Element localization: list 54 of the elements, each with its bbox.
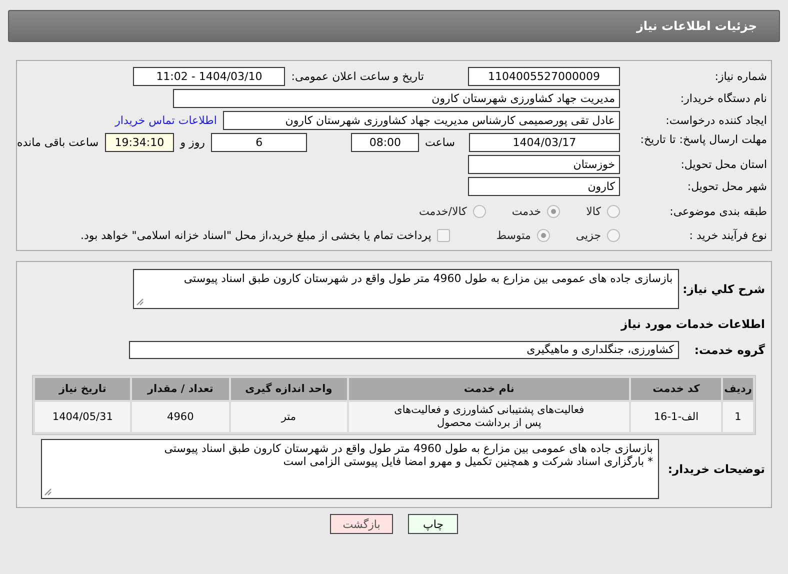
field-label: طبقه بندی موضوعی:	[668, 205, 768, 218]
table-cell: فعالیت‌های پشتیبانی کشاورزی و فعالیت‌های پس از برداشت محصول	[348, 402, 630, 432]
notes-field[interactable]: بازسازی جاده های عمومی بین مزارع به طول 4960 متر طول واقع در شهرستان کارون طبق اسناد پیوستی * بارگزاری اسناد شرکت و همچنین تکمیل و مهرو امضا فایل پیوستی الزامی است	[41, 439, 659, 499]
column-header: ردیف	[723, 378, 753, 400]
value-field: عادل تقی پورصمیمی کارشناس مدیریت جهاد کشاورزی شهرستان کارون	[223, 111, 620, 130]
value-field: کشاورزی، جنگلداری و ماهیگیری	[129, 341, 679, 359]
time-label: ساعت	[425, 136, 455, 149]
option-label: خدمت	[512, 205, 542, 218]
checkbox[interactable]	[437, 229, 450, 242]
value-field: 6	[210, 133, 308, 152]
contact-link[interactable]: اطلاعات تماس خریدار	[115, 114, 217, 127]
checkbox-label: پرداخت تمام یا بخشی از مبلغ خرید،از محل "اسناد خزانه اسلامی" خواهد بود.	[80, 229, 432, 242]
description-field[interactable]: بازسازی جاده های عمومی بین مزارع به طول 4960 متر طول واقع در شهرستان کارون طبق اسناد پیوستی	[132, 269, 679, 309]
column-header: واحد اندازه گیری	[230, 378, 347, 400]
option-label: کالا	[586, 205, 601, 218]
resize-grip-icon[interactable]	[136, 298, 144, 306]
column-header: کد خدمت	[631, 378, 722, 400]
value-field: 1404/03/10 - 11:02	[133, 67, 286, 86]
page-title: جزئیات اطلاعات نیاز	[636, 19, 757, 33]
value-field: کارون	[468, 177, 620, 196]
countdown-field: 19:34:10	[104, 133, 174, 152]
value-field: 1104005527000009	[468, 67, 620, 86]
table-cell: 1	[723, 402, 753, 432]
value-field: خوزستان	[468, 155, 620, 174]
field-label: شرح کلي نياز:	[682, 282, 766, 296]
section-heading: اطلاعات خدمات مورد نیاز	[621, 317, 765, 331]
value-field: 1404/03/17	[468, 133, 620, 152]
back-button[interactable]: بازگشت	[330, 514, 394, 534]
print-button[interactable]: چاپ	[408, 514, 458, 534]
field-label: گروه خدمت:	[693, 343, 766, 357]
table-cell: متر	[230, 402, 347, 432]
column-header: تاریخ نیاز	[35, 378, 130, 400]
remaining-label: ساعت باقی مانده	[17, 136, 99, 149]
field-label: شماره نیاز:	[714, 70, 768, 83]
table-cell: الف-1-16	[631, 402, 722, 432]
option-label: متوسط	[496, 229, 531, 242]
field-label: مهلت ارسال پاسخ: تا تاریخ:	[639, 133, 768, 146]
value-field: مدیریت جهاد کشاورزی شهرستان کارون	[173, 89, 620, 108]
value-field: 08:00	[351, 133, 419, 152]
column-header: نام خدمت	[348, 378, 630, 400]
option-label: جزیی	[576, 229, 601, 242]
field-label: توضیحات خریدار:	[666, 462, 766, 476]
field-label: نام دستگاه خریدار:	[679, 92, 768, 105]
field-label: ایجاد کننده درخواست:	[664, 114, 768, 127]
table-cell: 4960	[132, 402, 228, 432]
field-label: شهر محل تحویل:	[686, 180, 768, 193]
field-label: نوع فرآیند خرید :	[688, 229, 768, 242]
column-header: تعداد / مقدار	[132, 378, 228, 400]
days-label: روز و	[180, 136, 205, 149]
option-label: کالا/خدمت	[419, 205, 467, 218]
resize-grip-icon[interactable]	[44, 488, 52, 496]
field-label: تاریخ و ساعت اعلان عمومی:	[291, 70, 424, 83]
table-cell: 1404/05/31	[35, 402, 130, 432]
field-label: استان محل تحویل:	[680, 158, 768, 171]
